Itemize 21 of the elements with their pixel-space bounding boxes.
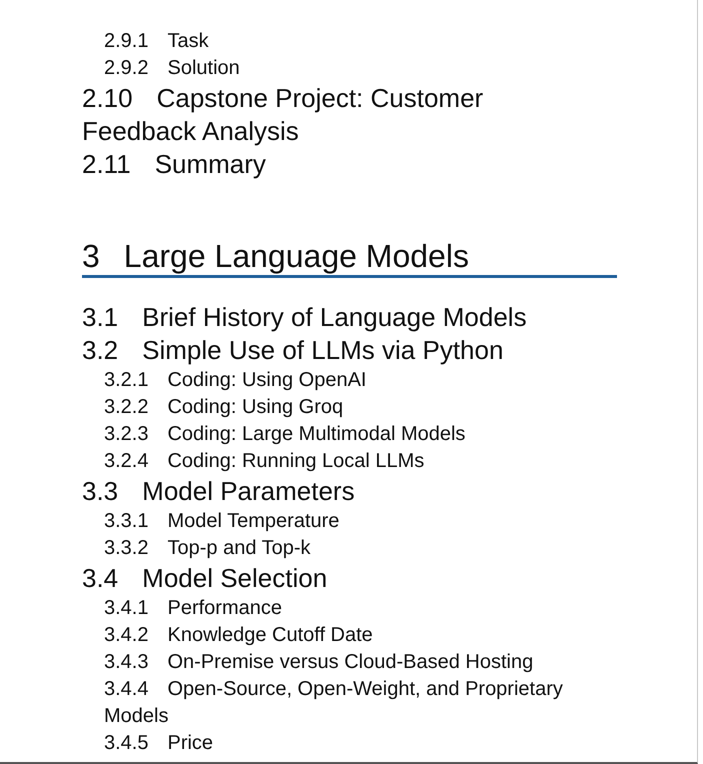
chapter-number: 3: [82, 238, 100, 274]
section-entry: 2.11 Summary: [82, 148, 267, 181]
subsection-entry: 3.2.4 Coding: Running Local LLMs: [104, 449, 426, 474]
section-entry: 3.3 Model Parameters: [82, 475, 356, 508]
subsection-entry: 3.2.2 Coding: Using Groq: [104, 395, 344, 420]
section-entry: 2.10 Capstone Project: Customer Feedback Analysis: [82, 82, 484, 148]
chapter-title: Large Language Models: [124, 238, 469, 274]
subsection-entry: 3.2.3 Coding: Large Multimodal Models: [104, 422, 466, 447]
section-entry: 3.2 Simple Use of LLMs via Python: [82, 334, 504, 367]
subsection-entry: 3.4.2 Knowledge Cutoff Date: [104, 623, 374, 648]
subsection-entry: 2.9.1 Task: [104, 29, 210, 54]
subsection-entry: 3.4.1 Performance: [104, 596, 283, 621]
subsection-entry: 3.4.3 On-Premise versus Cloud-Based Hosting: [104, 650, 534, 675]
subsection-entry: 3.4.5 Price: [104, 731, 214, 756]
subsection-entry: 2.9.2 Solution: [104, 56, 241, 81]
section-entry: 3.4 Model Selection: [82, 562, 328, 595]
section-entry: 3.1 Brief History of Language Models: [82, 301, 528, 334]
subsection-entry: 3.4.4 Open-Source, Open-Weight, and Proprietary Models: [104, 677, 564, 729]
subsection-entry: 3.3.2 Top-p and Top-k: [104, 536, 312, 561]
subsection-entry: 3.2.1 Coding: Using OpenAI: [104, 368, 368, 393]
subsection-entry: 3.3.1 Model Temperature: [104, 509, 340, 534]
